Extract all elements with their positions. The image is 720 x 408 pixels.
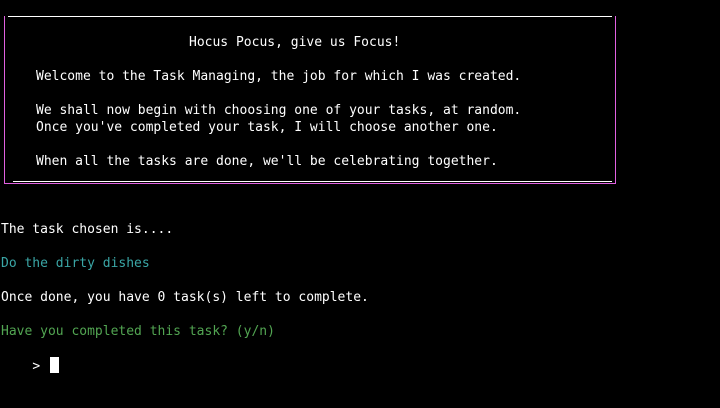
text-cursor[interactable] [50, 357, 60, 373]
banner-bottom-border [13, 181, 612, 182]
banner-closing-text: When all the tasks are done, we'll be ce… [36, 154, 498, 169]
task-name: Do the dirty dishes [1, 256, 150, 271]
banner-welcome-text: Welcome to the Task Managing, the job fo… [36, 69, 522, 84]
tasks-remaining-text: Once done, you have 0 task(s) left to co… [1, 290, 369, 305]
completion-question: Have you completed this task? (y/n) [1, 324, 275, 339]
banner-title: Hocus Pocus, give us Focus! [189, 35, 401, 50]
input-prompt-line[interactable]: > [1, 340, 60, 392]
banner-intro-line-2: Once you've completed your task, I will … [36, 120, 498, 135]
banner-intro-line-1: We shall now begin with choosing one of … [36, 103, 522, 118]
terminal-window[interactable]: Hocus Pocus, give us Focus! Welcome to t… [0, 0, 720, 408]
task-chosen-label: The task chosen is.... [1, 222, 174, 237]
prompt-symbol: > [32, 359, 41, 374]
banner-top-border [8, 16, 612, 17]
